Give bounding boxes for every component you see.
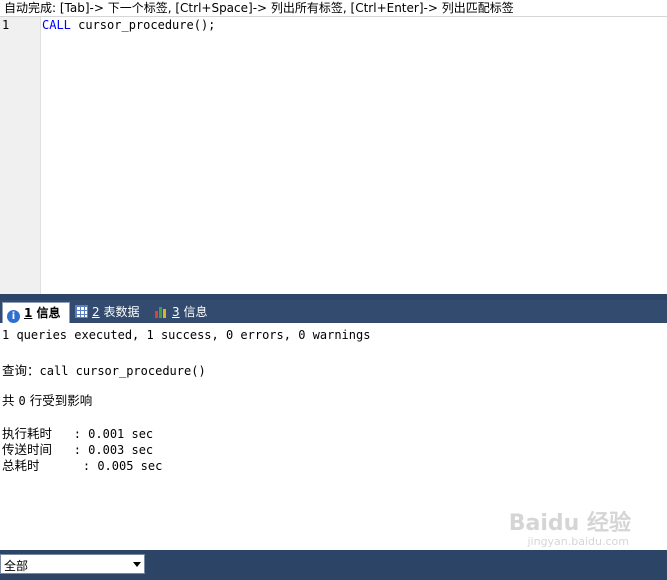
tab-messages[interactable]: i1 信息 [2,302,70,323]
tab-table-data[interactable]: 2 表数据 [71,302,149,323]
tab-table-data-number: 2 [92,305,100,319]
code-line[interactable]: CALL cursor_procedure(); [42,18,215,32]
tab-info-label: 信息 [179,305,208,319]
bottom-status-bar: 全部 [0,550,667,580]
total-time-value: : 0.005 sec [39,459,163,473]
query-label: 查询： [2,363,40,378]
watermark-logo-text: Baidu 经验 [508,511,631,536]
autocomplete-hint-bar: 自动完成: [Tab]-> 下一个标签, [Ctrl+Space]-> 列出所有… [0,0,667,17]
watermark-url: jingyan.baidu.com [527,535,629,548]
sql-code-text: cursor_procedure(); [70,18,216,32]
baidu-watermark: Baidu 经验 jingyan.baidu.com [509,505,631,550]
sql-editor[interactable]: 1 CALL cursor_procedure(); [0,17,667,294]
total-time-line: 总耗时 : 0.005 sec [2,455,162,474]
tab-table-data-label: 表数据 [99,305,140,319]
table-grid-icon [75,305,88,318]
line-number: 1 [2,18,10,32]
total-time-label: 总耗时 [2,458,40,473]
execution-summary: 1 queries executed, 1 success, 0 errors,… [2,328,371,342]
message-filter-select[interactable]: 全部 [0,554,145,574]
autocomplete-hint-text: 自动完成: [Tab]-> 下一个标签, [Ctrl+Space]-> 列出所有… [4,1,514,15]
filter-selected-value: 全部 [4,559,29,573]
sql-keyword: CALL [42,18,71,32]
tab-info-number: 3 [172,305,180,319]
query-line: 查询：call cursor_procedure() [2,360,206,379]
affected-prefix: 共 [2,393,19,408]
chevron-down-icon[interactable] [133,562,141,567]
tab-info[interactable]: 3 信息 [151,302,217,323]
query-text: call cursor_procedure() [39,364,206,378]
info-icon: i [7,310,20,323]
affected-suffix: 行受到影响 [25,393,93,408]
tab-messages-label: 信息 [32,306,61,320]
affected-rows-line: 共 0 行受到影响 [2,390,92,409]
affected-count: 0 [18,394,26,408]
bar-chart-icon [155,305,168,318]
line-number-gutter: 1 [0,17,41,294]
result-tab-bar: i1 信息 2 表数据 3 信息 [0,300,667,323]
